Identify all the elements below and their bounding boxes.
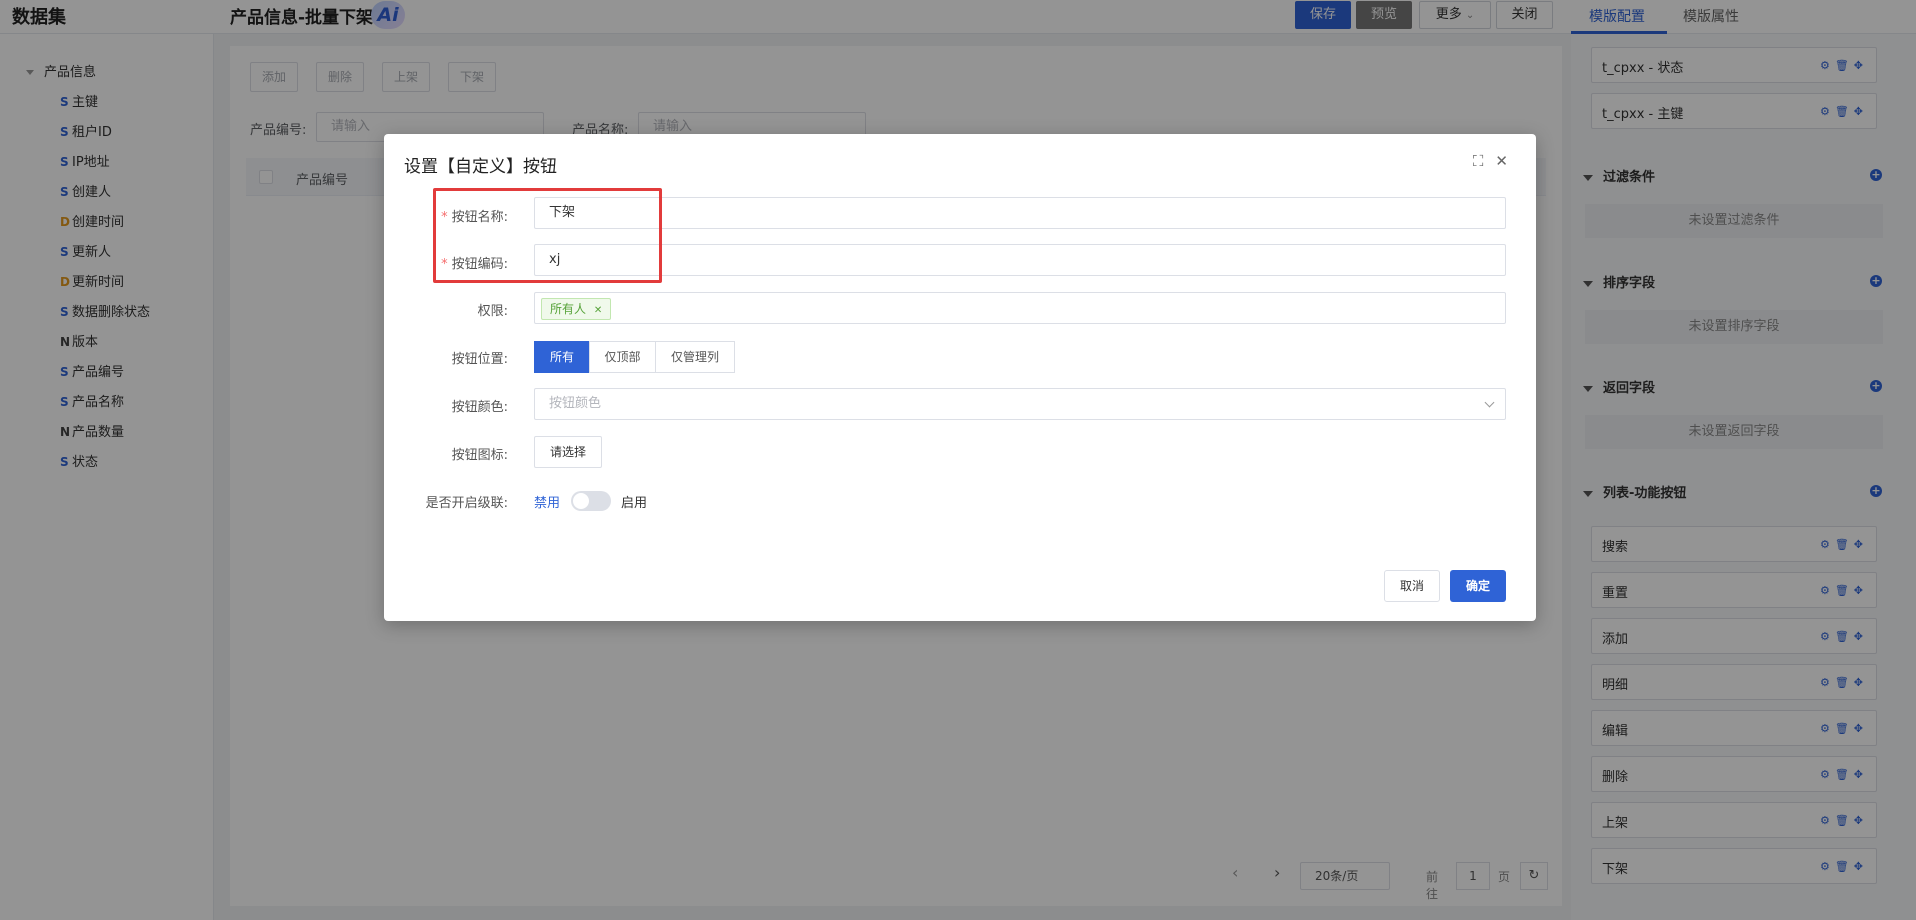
color-label: 按钮颜色: <box>451 400 508 415</box>
dialog-title: 设置【自定义】按钮 <box>404 157 557 177</box>
permission-select[interactable]: 所有人 ✕ <box>534 292 1506 324</box>
icon-label: 按钮图标: <box>451 448 508 463</box>
fullscreen-icon[interactable]: ⛶ <box>1473 152 1496 170</box>
button-code-input[interactable]: xj <box>534 244 1506 276</box>
cascade-toggle[interactable] <box>571 491 611 511</box>
cancel-button[interactable]: 取消 <box>1384 570 1440 602</box>
toggle-knob <box>573 493 589 509</box>
cascade-label: 是否开启级联: <box>425 496 508 511</box>
permission-label: 权限: <box>477 304 508 319</box>
color-placeholder: 按钮颜色 <box>549 396 602 411</box>
icon-picker-button[interactable]: 请选择 <box>534 436 602 468</box>
dialog-controls: ⛶✕ <box>1473 152 1520 170</box>
position-manage-col-only[interactable]: 仅管理列 <box>655 341 735 373</box>
annotation-highlight-box <box>433 188 662 283</box>
confirm-button[interactable]: 确定 <box>1450 570 1506 602</box>
color-select[interactable]: 按钮颜色 <box>534 388 1506 420</box>
chevron-down-icon <box>1484 397 1495 408</box>
close-icon[interactable]: ✕ <box>1495 152 1520 170</box>
position-label: 按钮位置: <box>451 352 508 367</box>
permission-tag: 所有人 ✕ <box>541 298 612 320</box>
position-all[interactable]: 所有 <box>534 341 590 373</box>
tag-close-icon[interactable]: ✕ <box>594 305 602 316</box>
button-name-input[interactable]: 下架 <box>534 197 1506 229</box>
cascade-on-label: 启用 <box>621 496 648 511</box>
position-top-only[interactable]: 仅顶部 <box>589 341 656 373</box>
cascade-off-label: 禁用 <box>534 496 561 511</box>
permission-tag-label: 所有人 <box>550 302 587 316</box>
